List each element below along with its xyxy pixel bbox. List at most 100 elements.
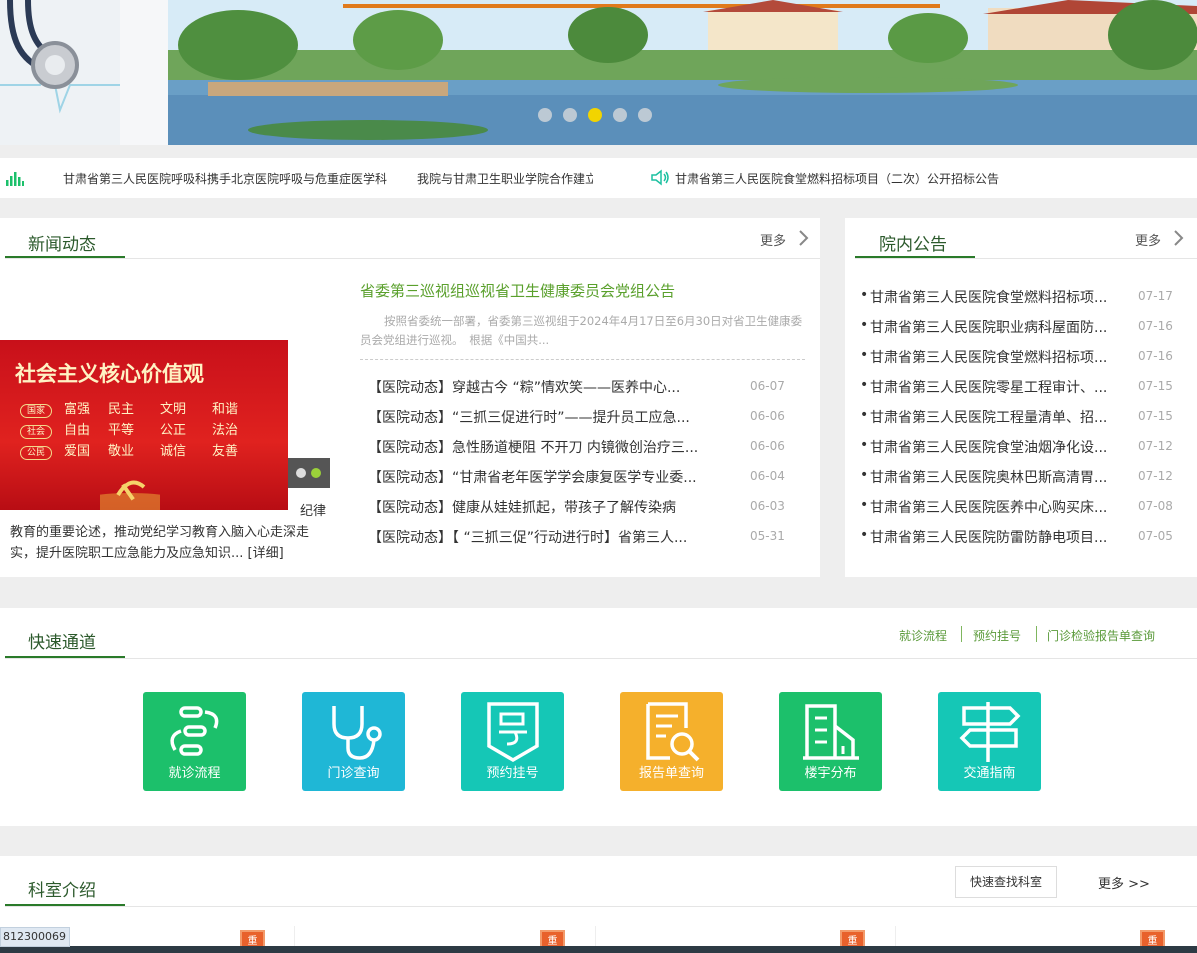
news-list-item[interactable]: 【医院动态】穿越古今 “粽”情欢笑——医养中心... 06-07 (368, 377, 808, 407)
ticker-item[interactable]: 甘肃省第三人民医院呼吸科携手北京医院呼吸与危重症医学科 (63, 170, 388, 187)
quick-tile-report-query[interactable]: 报告单查询 (620, 692, 723, 791)
notice-more-link[interactable]: 更多 (1135, 230, 1161, 249)
status-url-tooltip: 812300069 (0, 927, 70, 947)
quick-section-title: 快速通道 (28, 633, 96, 652)
link-separator (961, 626, 962, 642)
notice-item-title: 甘肃省第三人民医院防雷防静电项目... (870, 530, 1108, 546)
core-values-poster[interactable]: 社会主义核心价值观 国家 富强 民主 文明 和谐 社会 自由 平等 公正 法治 公民 爱国 敬业 诚信… (0, 340, 288, 510)
quick-tile-appointment[interactable]: 预约挂号 (461, 692, 564, 791)
notice-section-title: 院内公告 (879, 235, 947, 254)
feature-summary[interactable]: 教育的重要论述，推动党纪学习教育入脑入心走深走实，提升医院职工应急能力及应急知识… (10, 522, 328, 564)
carousel-dot-active[interactable] (588, 108, 602, 122)
news-item-date: 06-07 (750, 379, 785, 393)
ticker-item[interactable]: 甘肃省第三人民医院食堂燃料招标项目（二次）公开招标公告 (675, 170, 1015, 187)
building-icon (803, 704, 859, 760)
bullet: • (860, 497, 869, 513)
ticket-icon (487, 702, 539, 763)
notice-list-item[interactable]: • 甘肃省第三人民医院职业病科屋面防... 07-16 (858, 317, 1178, 347)
banner-hospital-photo (168, 0, 1197, 145)
notice-list-item[interactable]: • 甘肃省第三人民医院零星工程审计、... 07-15 (858, 377, 1178, 407)
notice-item-date: 07-16 (1138, 319, 1173, 333)
news-item-date: 06-06 (750, 439, 785, 453)
divider (5, 906, 1197, 907)
slider-dot[interactable] (296, 468, 306, 478)
notice-item-title: 甘肃省第三人民医院职业病科屋面防... (870, 320, 1108, 336)
flow-icon (170, 706, 219, 756)
notice-list-item[interactable]: • 甘肃省第三人民医院食堂油烟净化设... 07-12 (858, 437, 1178, 467)
bullet: • (860, 407, 869, 423)
poster-row: 社会 自由 平等 公正 法治 (20, 419, 270, 440)
notice-list-item[interactable]: • 甘肃省第三人民医院工程量清单、招... 07-15 (858, 407, 1178, 437)
ticker-item[interactable]: 我院与甘肃卫生职业学院合作建立 (417, 170, 593, 187)
news-headline-summary: 按照省委统一部署，省委第三巡视组于2024年4月17日至6月30日对省卫生健康委… (360, 314, 803, 347)
slider-dot-active[interactable] (311, 468, 321, 478)
divider (5, 658, 1197, 659)
news-list-item[interactable]: 【医院动态】【 “三抓三促”行动进行时】省第三人... 05-31 (368, 527, 808, 557)
quick-tile-building-map[interactable]: 楼宇分布 (779, 692, 882, 791)
divider (5, 258, 820, 259)
notice-item-title: 甘肃省第三人民医院食堂燃料招标项... (870, 350, 1108, 366)
poster-word: 平等 (108, 423, 135, 438)
news-headline[interactable]: 省委第三巡视组巡视省卫生健康委员会党组公告 (360, 280, 675, 301)
quick-tile-visit-process[interactable]: 就诊流程 (143, 692, 246, 791)
quick-tile-traffic-guide[interactable]: 交通指南 (938, 692, 1041, 791)
quick-tile-outpatient-query[interactable]: 门诊查询 (302, 692, 405, 791)
news-item-title: 【医院动态】健康从娃娃抓起，带孩子了解传染病 (368, 500, 676, 516)
find-department-button[interactable]: 快速查找科室 (955, 866, 1057, 898)
news-item-date: 05-31 (750, 529, 785, 543)
poster-word: 和谐 (212, 402, 239, 417)
poster-title: 社会主义核心价值观 (15, 362, 204, 386)
poster-word: 法治 (212, 423, 239, 438)
notice-list-item[interactable]: • 甘肃省第三人民医院防雷防静电项目... 07-05 (858, 527, 1178, 557)
poster-word: 爱国 (64, 444, 91, 459)
divider (360, 359, 805, 360)
carousel-dot[interactable] (613, 108, 627, 122)
poster-word: 自由 (64, 423, 91, 438)
carousel-dot[interactable] (638, 108, 652, 122)
quick-tile-label: 报告单查询 (638, 766, 704, 781)
poster-word: 文明 (160, 402, 187, 417)
news-ticker: 甘肃省第三人民医院呼吸科携手北京医院呼吸与危重症医学科 我院与甘肃卫生职业学院合… (0, 158, 1197, 198)
quick-tile-label: 楼宇分布 (804, 766, 857, 781)
poster-tag: 国家 (20, 404, 52, 418)
chevron-right-icon[interactable] (1172, 229, 1184, 247)
quick-tile-label: 交通指南 (963, 766, 1016, 781)
poster-row: 国家 富强 民主 文明 和谐 (20, 398, 270, 419)
news-list-item[interactable]: 【医院动态】健康从娃娃抓起，带孩子了解传染病 06-03 (368, 497, 808, 527)
notice-item-date: 07-08 (1138, 499, 1173, 513)
quick-link[interactable]: 门诊检验报告单查询 (1047, 627, 1155, 644)
news-item-title: 【医院动态】“甘肃省老年医学学会康复医学专业委... (368, 470, 697, 486)
news-more-link[interactable]: 更多 (760, 230, 786, 249)
poster-tag: 社会 (20, 425, 52, 439)
quick-tile-label: 预约挂号 (486, 766, 539, 781)
signal-bars-icon (6, 172, 24, 186)
carousel-dot[interactable] (538, 108, 552, 122)
news-list-item[interactable]: 【医院动态】急性肠道梗阻 不开刀 内镜微创治疗三... 06-06 (368, 437, 808, 467)
notice-list-item[interactable]: • 甘肃省第三人民医院食堂燃料招标项... 07-16 (858, 347, 1178, 377)
poster-word: 敬业 (108, 444, 135, 459)
quick-link[interactable]: 就诊流程 (899, 627, 947, 644)
notice-item-date: 07-16 (1138, 349, 1173, 363)
news-list-item[interactable]: 【医院动态】“三抓三促进行时”——提升员工应急... 06-06 (368, 407, 808, 437)
news-item-title: 【医院动态】【 “三抓三促”行动进行时】省第三人... (368, 530, 688, 546)
chevron-right-icon[interactable] (797, 229, 809, 247)
notice-list-item[interactable]: • 甘肃省第三人民医院奥林巴斯高清胃... 07-12 (858, 467, 1178, 497)
news-list-item[interactable]: 【医院动态】“甘肃省老年医学学会康复医学专业委... 06-04 (368, 467, 808, 497)
dept-more-link[interactable]: 更多 >> (1098, 873, 1150, 892)
notice-item-date: 07-15 (1138, 379, 1173, 393)
notice-item-date: 07-17 (1138, 289, 1173, 303)
notice-item-date: 07-12 (1138, 439, 1173, 453)
news-item-date: 06-04 (750, 469, 785, 483)
news-section-title: 新闻动态 (28, 235, 96, 254)
quick-link[interactable]: 预约挂号 (973, 627, 1021, 644)
notice-list-item[interactable]: • 甘肃省第三人民医院医养中心购买床... 07-08 (858, 497, 1178, 527)
notice-item-date: 07-05 (1138, 529, 1173, 543)
news-item-title: 【医院动态】急性肠道梗阻 不开刀 内镜微创治疗三... (368, 440, 699, 456)
news-item-title: 【医院动态】“三抓三促进行时”——提升员工应急... (368, 410, 690, 426)
carousel-dot[interactable] (563, 108, 577, 122)
bottom-bar (0, 946, 1197, 953)
notice-item-title: 甘肃省第三人民医院零星工程审计、... (870, 380, 1108, 396)
poster-rows: 国家 富强 民主 文明 和谐 社会 自由 平等 公正 法治 公民 爱国 敬业 诚信 友善 (20, 398, 270, 461)
notice-item-title: 甘肃省第三人民医院工程量清单、招... (870, 410, 1108, 426)
notice-list-item[interactable]: • 甘肃省第三人民医院食堂燃料招标项... 07-17 (858, 287, 1178, 317)
